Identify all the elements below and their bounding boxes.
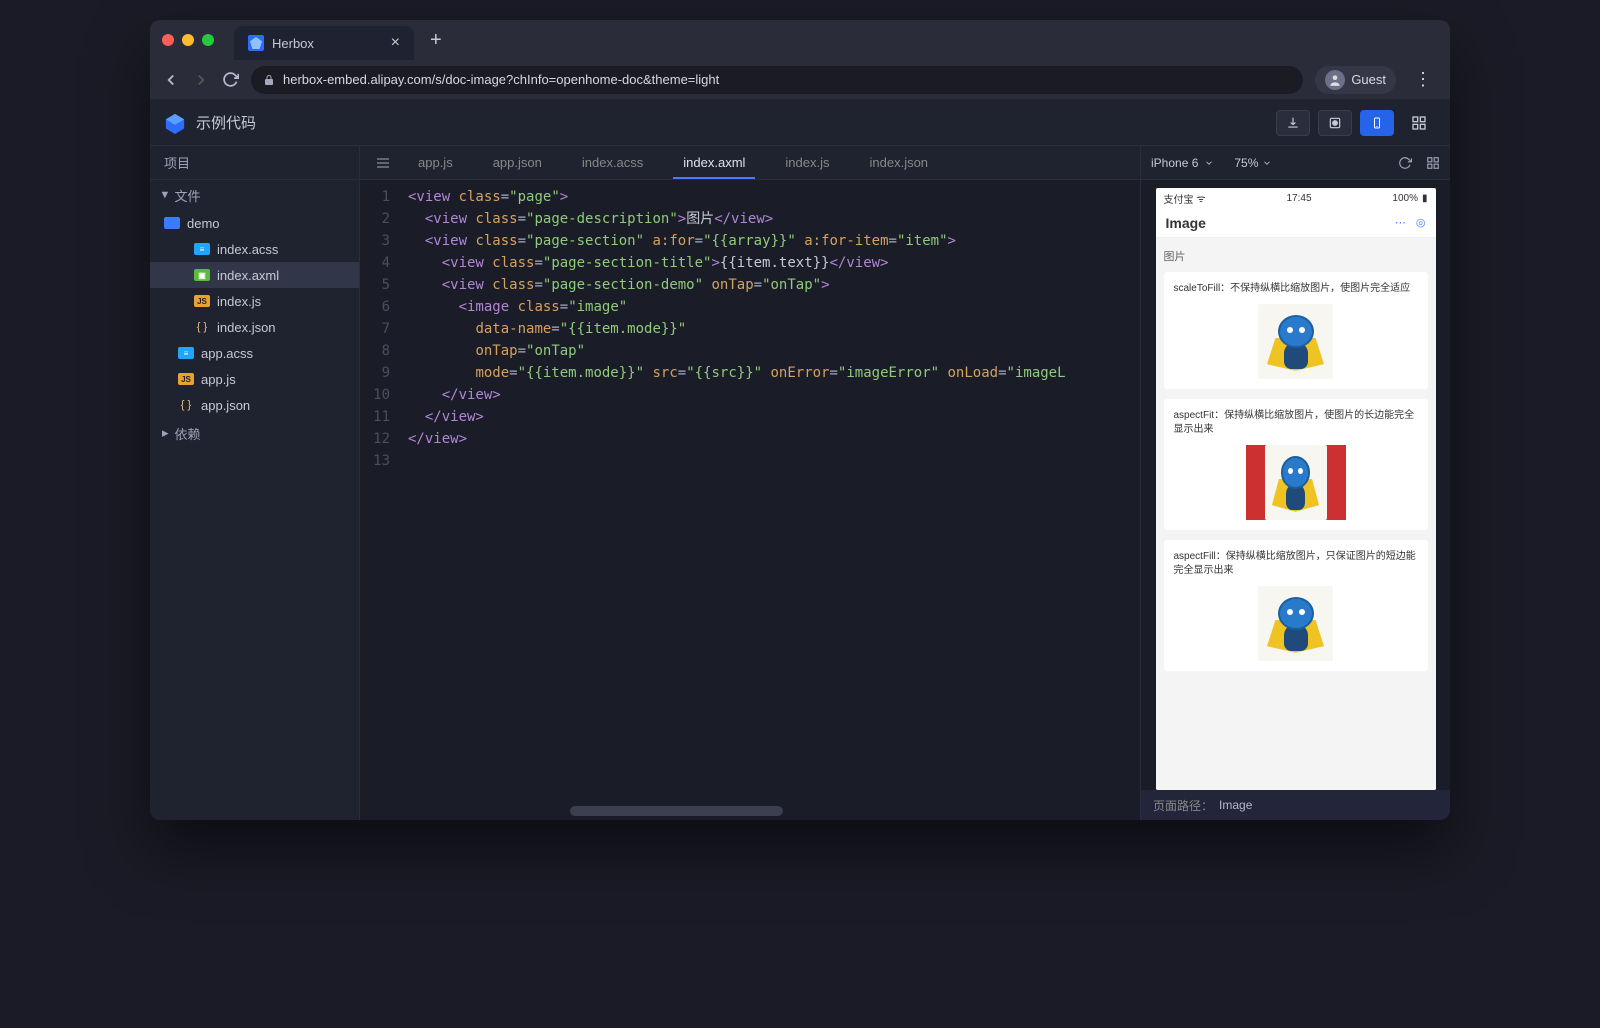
target-icon[interactable]: ◎ bbox=[1416, 216, 1426, 229]
lock-icon bbox=[263, 74, 275, 86]
url-field[interactable]: herbox-embed.alipay.com/s/doc-image?chIn… bbox=[251, 66, 1303, 94]
close-window-button[interactable] bbox=[162, 34, 174, 46]
zoom-selector[interactable]: 75% bbox=[1234, 156, 1272, 170]
horizontal-scrollbar[interactable] bbox=[570, 806, 820, 816]
app-header: 示例代码 bbox=[150, 100, 1450, 146]
forward-button[interactable] bbox=[192, 71, 210, 89]
file-item-index-axml[interactable]: ▣index.axml bbox=[150, 262, 359, 288]
new-tab-button[interactable]: + bbox=[430, 29, 442, 52]
image-card-aspectfit: aspectFit：保持纵横比缩放图片，使图片的长边能完全显示出来 bbox=[1164, 399, 1428, 530]
editor-tab-index-js[interactable]: index.js bbox=[765, 146, 849, 179]
js-file-icon: JS bbox=[178, 373, 194, 385]
file-tree: demo ≡index.acss ▣index.axml JSindex.js … bbox=[150, 210, 359, 418]
sidebar-section-deps[interactable]: ▸依赖 bbox=[150, 418, 359, 448]
editor-tab-index-axml[interactable]: index.axml bbox=[663, 146, 765, 179]
folder-demo[interactable]: demo bbox=[150, 210, 359, 236]
editor-tabs: app.js app.json index.acss index.axml in… bbox=[360, 146, 1140, 180]
app-title: 示例代码 bbox=[196, 112, 256, 133]
phone-status-bar: 支付宝 ᯤ 17:45 100%▮ bbox=[1156, 188, 1436, 208]
battery-icon: ▮ bbox=[1422, 193, 1428, 204]
code-editor[interactable]: 12345678910111213 <view class="page"> <v… bbox=[360, 180, 1140, 820]
file-item-app-acss[interactable]: ≡app.acss bbox=[150, 340, 359, 366]
minimize-window-button[interactable] bbox=[182, 34, 194, 46]
browser-window: Herbox × + herbox-embed.alipay.com/s/doc… bbox=[150, 20, 1450, 820]
sidebar: 项目 ▸文件 demo ≡index.acss ▣index.axml JSin… bbox=[150, 146, 360, 820]
menu-icon[interactable] bbox=[368, 146, 398, 179]
device-selector[interactable]: iPhone 6 bbox=[1151, 156, 1214, 170]
phone-simulator: 支付宝 ᯤ 17:45 100%▮ Image ⋯ ◎ 图片 bbox=[1156, 188, 1436, 790]
editor-tab-index-acss[interactable]: index.acss bbox=[562, 146, 663, 179]
preview-grid-icon[interactable] bbox=[1426, 156, 1440, 170]
phone-body: 图片 scaleToFill：不保持纵横比缩放图片，使图片完全适应 aspect… bbox=[1156, 238, 1436, 790]
url-bar: herbox-embed.alipay.com/s/doc-image?chIn… bbox=[150, 60, 1450, 100]
css-file-icon: ≡ bbox=[178, 347, 194, 359]
editor-tab-app-json[interactable]: app.json bbox=[473, 146, 562, 179]
layout-grid-button[interactable] bbox=[1402, 110, 1436, 136]
profile-label: Guest bbox=[1351, 72, 1386, 87]
reload-button[interactable] bbox=[222, 71, 239, 88]
file-item-app-js[interactable]: JSapp.js bbox=[150, 366, 359, 392]
footer-label: 页面路径： bbox=[1153, 797, 1213, 814]
phone-page-title: Image bbox=[1166, 215, 1206, 231]
folder-icon bbox=[164, 217, 180, 229]
preview-footer: 页面路径： Image bbox=[1141, 790, 1450, 820]
profile-button[interactable]: Guest bbox=[1315, 66, 1396, 94]
url-text: herbox-embed.alipay.com/s/doc-image?chIn… bbox=[283, 72, 719, 87]
sidebar-header-project: 项目 bbox=[150, 146, 359, 180]
kebab-menu-icon[interactable]: ⋮ bbox=[1408, 69, 1438, 90]
editor-tab-app-js[interactable]: app.js bbox=[398, 146, 473, 179]
file-item-index-js[interactable]: JSindex.js bbox=[150, 288, 359, 314]
mobile-preview-button[interactable] bbox=[1360, 110, 1394, 136]
file-item-index-json[interactable]: { }index.json bbox=[150, 314, 359, 340]
preview-refresh-icon[interactable] bbox=[1398, 156, 1412, 170]
json-file-icon: { } bbox=[194, 321, 210, 333]
tab-title: Herbox bbox=[272, 36, 383, 51]
axml-file-icon: ▣ bbox=[194, 269, 210, 281]
download-button[interactable] bbox=[1276, 110, 1310, 136]
sidebar-section-files[interactable]: ▸文件 bbox=[150, 180, 359, 210]
editor-tab-index-json[interactable]: index.json bbox=[850, 146, 949, 179]
maximize-window-button[interactable] bbox=[202, 34, 214, 46]
file-item-index-acss[interactable]: ≡index.acss bbox=[150, 236, 359, 262]
back-button[interactable] bbox=[162, 71, 180, 89]
phone-body-label: 图片 bbox=[1164, 248, 1428, 264]
titlebar: Herbox × + bbox=[150, 20, 1450, 60]
app-logo-icon bbox=[164, 112, 186, 134]
image-card-scaletofill: scaleToFill：不保持纵横比缩放图片，使图片完全适应 bbox=[1164, 272, 1428, 389]
line-gutter: 12345678910111213 bbox=[360, 180, 400, 820]
footer-path: Image bbox=[1219, 798, 1252, 812]
avatar-icon bbox=[1325, 70, 1345, 90]
image-card-aspectfill: aspectFill：保持纵横比缩放图片，只保证图片的短边能完全显示出来 bbox=[1164, 540, 1428, 671]
css-file-icon: ≡ bbox=[194, 243, 210, 255]
preview-panel: iPhone 6 75% 支付宝 ᯤ 17:45 100%▮ Image bbox=[1140, 146, 1450, 820]
browser-tab[interactable]: Herbox × bbox=[234, 26, 414, 60]
status-time: 17:45 bbox=[1287, 193, 1312, 204]
file-item-app-json[interactable]: { }app.json bbox=[150, 392, 359, 418]
tab-favicon bbox=[248, 35, 264, 51]
code-content: <view class="page"> <view class="page-de… bbox=[400, 180, 1140, 820]
more-dots-icon[interactable]: ⋯ bbox=[1395, 216, 1406, 229]
tab-close-icon[interactable]: × bbox=[391, 34, 400, 52]
theme-toggle-button[interactable] bbox=[1318, 110, 1352, 136]
traffic-lights bbox=[162, 34, 214, 46]
js-file-icon: JS bbox=[194, 295, 210, 307]
preview-toolbar: iPhone 6 75% bbox=[1141, 146, 1450, 180]
json-file-icon: { } bbox=[178, 399, 194, 411]
wifi-icon: ᯤ bbox=[1197, 191, 1206, 205]
phone-page-title-bar: Image ⋯ ◎ bbox=[1156, 208, 1436, 238]
